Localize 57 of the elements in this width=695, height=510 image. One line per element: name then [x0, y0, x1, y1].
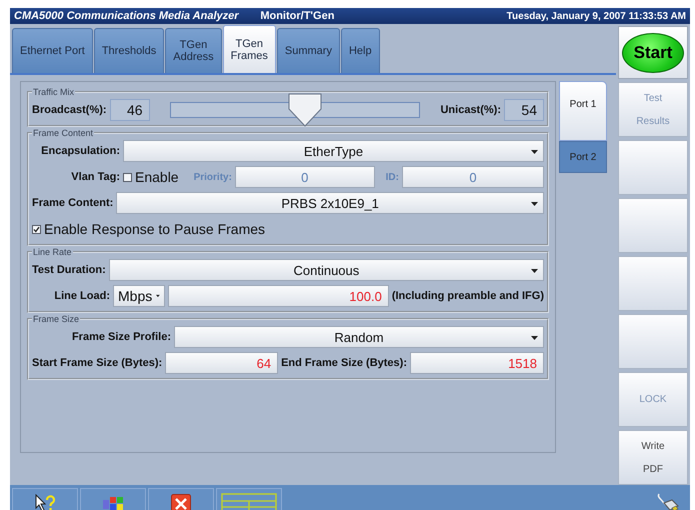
- field-label: Frame Size Profile:: [70, 331, 171, 343]
- tab[interactable]: TGen Address: [165, 28, 222, 73]
- tab[interactable]: Ethernet Port: [12, 28, 93, 73]
- unit-dropdown[interactable]: Mbps: [113, 285, 165, 307]
- port-tab[interactable]: Port 2: [559, 141, 607, 173]
- mouse-plug-icon: [656, 493, 680, 510]
- field-label: Encapsulation:: [40, 145, 120, 157]
- date-time: Tuesday, January 9, 2007 11:33:53 AM: [506, 10, 686, 22]
- field-label: ID:: [386, 172, 399, 182]
- field-label: Broadcast(%):: [32, 104, 107, 116]
- caret-icon: [531, 150, 538, 154]
- mode-title: Monitor/T'Gen: [260, 10, 336, 22]
- unicast-field[interactable]: 54: [504, 99, 544, 121]
- frame-content-dropdown[interactable]: PRBS 2x10E9_1: [116, 192, 544, 214]
- tab[interactable]: Help: [340, 28, 380, 73]
- checkbox-label: Enable Response to Pause Frames: [44, 221, 266, 237]
- start-size-field[interactable]: 64: [165, 352, 278, 374]
- app-title: CMA5000 Communications Media Analyzer: [14, 10, 240, 22]
- close-icon: [171, 494, 191, 510]
- section-legend: Traffic Mix: [32, 87, 76, 97]
- cursor-question-icon: [34, 494, 56, 510]
- port-tab[interactable]: Port 1: [559, 81, 607, 141]
- section-legend: Frame Content: [32, 128, 94, 138]
- field-label: End Frame Size (Bytes):: [281, 357, 407, 369]
- slider-thumb[interactable]: [288, 93, 322, 127]
- section-legend: Line Rate: [32, 247, 73, 257]
- test-duration-dropdown[interactable]: Continuous: [108, 259, 544, 281]
- frame-size-profile-dropdown[interactable]: Random: [174, 326, 544, 348]
- caret-icon: [531, 269, 538, 273]
- field-label: Unicast(%):: [440, 104, 501, 116]
- note-text: (Including preamble and IFG): [392, 290, 544, 302]
- section-legend: Frame Size: [32, 314, 80, 324]
- field-label: Priority:: [194, 172, 232, 182]
- help-button[interactable]: [12, 488, 78, 510]
- end-size-field[interactable]: 1518: [410, 352, 544, 374]
- tab[interactable]: Summary: [276, 28, 340, 73]
- broadcast-field[interactable]: 46: [110, 99, 150, 121]
- field-label: Frame Content:: [32, 197, 114, 209]
- encapsulation-dropdown[interactable]: EtherType: [123, 140, 544, 162]
- windows-button[interactable]: [80, 488, 146, 510]
- checkbox-label: Enable: [135, 169, 179, 185]
- checkbox[interactable]: [32, 224, 41, 234]
- caret-icon: [156, 294, 160, 298]
- close-button[interactable]: [148, 488, 214, 510]
- tab[interactable]: TGen Frames: [222, 25, 276, 73]
- field-label: Vlan Tag:: [70, 171, 120, 183]
- line-load-field[interactable]: 100.0: [168, 285, 389, 307]
- tab[interactable]: Thresholds: [94, 28, 164, 73]
- side-button[interactable]: Write PDF: [618, 430, 688, 485]
- field-label: Line Load:: [53, 290, 110, 302]
- field-label: Test Duration:: [32, 264, 106, 276]
- start-button[interactable]: Start: [622, 32, 684, 72]
- grid-icon: [221, 492, 277, 510]
- caret-icon: [531, 202, 538, 206]
- field-label: Start Frame Size (Bytes):: [32, 357, 162, 369]
- flag-icon: [102, 496, 124, 510]
- caret-icon: [531, 336, 538, 340]
